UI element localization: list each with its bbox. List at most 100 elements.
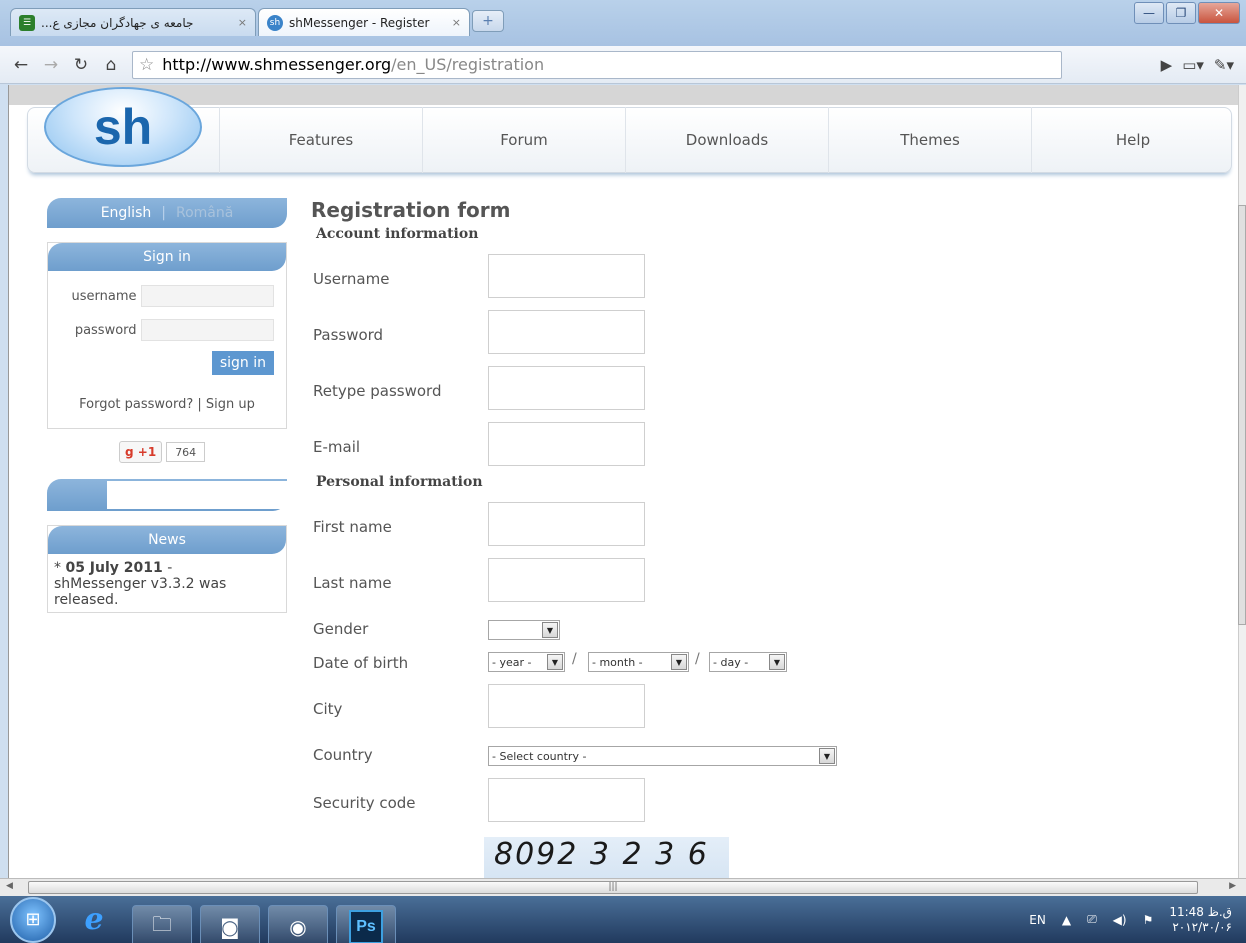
taskbar-photoshop[interactable]: Ps <box>336 904 396 943</box>
chevron-down-icon: ▼ <box>769 654 785 670</box>
last-name-label: Last name <box>313 574 392 592</box>
nav-downloads[interactable]: Downloads <box>625 107 828 173</box>
play-icon[interactable]: ▶ <box>1161 56 1173 74</box>
sidebar: English | Română Sign in username passwo… <box>47 198 652 613</box>
signin-button[interactable]: sign in <box>211 351 274 375</box>
scroll-right-icon[interactable]: ▶ <box>1229 881 1236 891</box>
clock-date: ۲۰۱۲/۳۰/۰۶ <box>1172 919 1232 934</box>
tab-close-icon[interactable]: × <box>238 16 247 29</box>
address-bar[interactable]: ☆ http://www.shmessenger.org/en_US/regis… <box>132 50 1062 79</box>
signin-box: Sign in username password sign in Forgot… <box>47 242 287 429</box>
horizontal-scrollbar[interactable]: ◀ ||| ▶ <box>0 878 1246 896</box>
taskbar-ie[interactable]: e <box>64 898 124 942</box>
taskbar-explorer[interactable]: 🗀 <box>132 904 192 943</box>
start-button[interactable]: ⊞ <box>10 896 56 943</box>
password-label: password <box>74 322 137 338</box>
signup-link[interactable]: Sign up <box>206 397 255 412</box>
username-input[interactable] <box>488 254 645 298</box>
nav-themes[interactable]: Themes <box>828 107 1031 173</box>
vertical-scroll-thumb[interactable] <box>1238 205 1246 625</box>
lang-romana[interactable]: Română <box>176 205 233 221</box>
close-window-button[interactable]: ✕ <box>1198 2 1240 24</box>
security-code-label: Security code <box>313 794 416 812</box>
gplus-count: 764 <box>166 442 206 462</box>
nav-forum[interactable]: Forum <box>422 107 625 173</box>
tab-jahadgaran[interactable]: ☰ ...جامعه ی جهادگران مجازی ع × <box>10 8 256 36</box>
city-input[interactable] <box>488 684 645 728</box>
scroll-left-icon[interactable]: ◀ <box>6 881 13 891</box>
country-select[interactable]: - Select country - ▼ <box>488 746 837 766</box>
chevron-down-icon: ▼ <box>547 654 563 670</box>
taskbar-chrome[interactable]: ◉ <box>268 904 328 943</box>
last-name-input[interactable] <box>488 558 645 602</box>
lang-english[interactable]: English <box>101 205 152 221</box>
page-viewport: sh Features Forum Downloads Themes Help … <box>8 85 1238 878</box>
year-select[interactable]: - year - ▼ <box>488 652 565 672</box>
gender-label: Gender <box>313 620 369 638</box>
day-select[interactable]: - day - ▼ <box>709 652 787 672</box>
language-switcher: English | Română <box>47 198 287 228</box>
retype-password-label: Retype password <box>313 382 442 400</box>
site-favicon-icon: ☰ <box>19 14 35 31</box>
security-code-input[interactable] <box>488 778 645 822</box>
tab-label: ...جامعه ی جهادگران مجازی ع <box>41 15 194 30</box>
lang-separator: | <box>161 205 166 221</box>
tray-expand-icon[interactable]: ▲ <box>1062 913 1071 927</box>
first-name-label: First name <box>313 518 392 536</box>
year-value: - year - <box>492 655 532 669</box>
reload-icon[interactable]: ↻ <box>68 52 94 78</box>
personal-section-heading: Personal information <box>316 474 483 490</box>
page-title: Registration form <box>311 198 511 222</box>
action-center-icon[interactable]: ⚑ <box>1143 913 1154 927</box>
email-input[interactable] <box>488 422 645 466</box>
home-icon[interactable]: ⌂ <box>98 52 124 78</box>
taskbar-media[interactable]: ◙ <box>200 904 260 943</box>
retype-password-input[interactable] <box>488 366 645 410</box>
horizontal-scroll-thumb[interactable]: ||| <box>28 881 1198 894</box>
tab-shmessenger[interactable]: sh shMessenger - Register × <box>258 8 470 36</box>
wrench-menu-icon[interactable]: ✎▾ <box>1214 56 1234 74</box>
back-arrow-icon[interactable]: ← <box>8 52 34 78</box>
nav-features[interactable]: Features <box>219 107 422 173</box>
google-plus-button[interactable]: g +1 <box>119 441 163 463</box>
page-menu-icon[interactable]: ▭▾ <box>1182 56 1204 74</box>
gender-select[interactable]: ▼ <box>488 620 560 640</box>
chevron-down-icon: ▼ <box>819 748 835 764</box>
date-separator: / <box>572 651 577 667</box>
browser-titlebar: ☰ ...جامعه ی جهادگران مجازی ع × sh shMes… <box>0 0 1246 46</box>
chevron-down-icon: ▼ <box>671 654 687 670</box>
forgot-password-link[interactable]: Forgot password? <box>79 397 193 412</box>
nav-help[interactable]: Help <box>1031 107 1234 173</box>
news-date: 05 July 2011 <box>65 560 163 576</box>
language-indicator[interactable]: EN <box>1029 913 1046 927</box>
registration-form: Registration form Account information Us… <box>311 198 871 834</box>
password-input[interactable] <box>488 310 645 354</box>
browser-toolbar: ← → ↻ ⌂ ☆ http://www.shmessenger.org/en_… <box>0 46 1246 84</box>
captcha-image: 8092 3 2 3 6 <box>484 837 729 878</box>
signin-password-input[interactable] <box>140 319 274 341</box>
clock[interactable]: 11:48 ق.ظ ۲۰۱۲/۳۰/۰۶ <box>1169 905 1232 935</box>
signin-links: Forgot password? | Sign up <box>48 397 286 412</box>
vertical-scrollbar[interactable] <box>1238 85 1246 878</box>
tab-label: shMessenger - Register <box>289 15 430 30</box>
window-controls: — ❐ ✕ <box>1134 2 1240 24</box>
volume-icon[interactable]: ◀) <box>1113 913 1127 927</box>
minimize-button[interactable]: — <box>1134 2 1164 24</box>
network-icon[interactable]: ⎚ <box>1087 912 1097 927</box>
tab-close-icon[interactable]: × <box>452 16 461 29</box>
first-name-input[interactable] <box>488 502 645 546</box>
windows-taskbar: ⊞ e 🗀 ◙ ◉ Ps EN ▲ ⎚ ◀) ⚑ 11:48 ق.ظ ۲۰۱۲/… <box>0 896 1246 943</box>
news-dash: - <box>162 560 173 576</box>
site-logo[interactable]: sh <box>44 87 202 167</box>
new-tab-button[interactable]: + <box>472 10 504 32</box>
month-select[interactable]: - month - ▼ <box>588 652 689 672</box>
signin-username-input[interactable] <box>140 285 274 307</box>
day-value: - day - <box>713 655 749 669</box>
maximize-button[interactable]: ❐ <box>1166 2 1196 24</box>
bookmark-star-icon[interactable]: ☆ <box>139 55 154 75</box>
media-player-icon: ◙ <box>220 914 240 939</box>
city-label: City <box>313 700 343 718</box>
url-path: /en_US/registration <box>391 55 545 74</box>
password-field-label: Password <box>313 326 384 344</box>
forward-arrow-icon[interactable]: → <box>38 52 64 78</box>
